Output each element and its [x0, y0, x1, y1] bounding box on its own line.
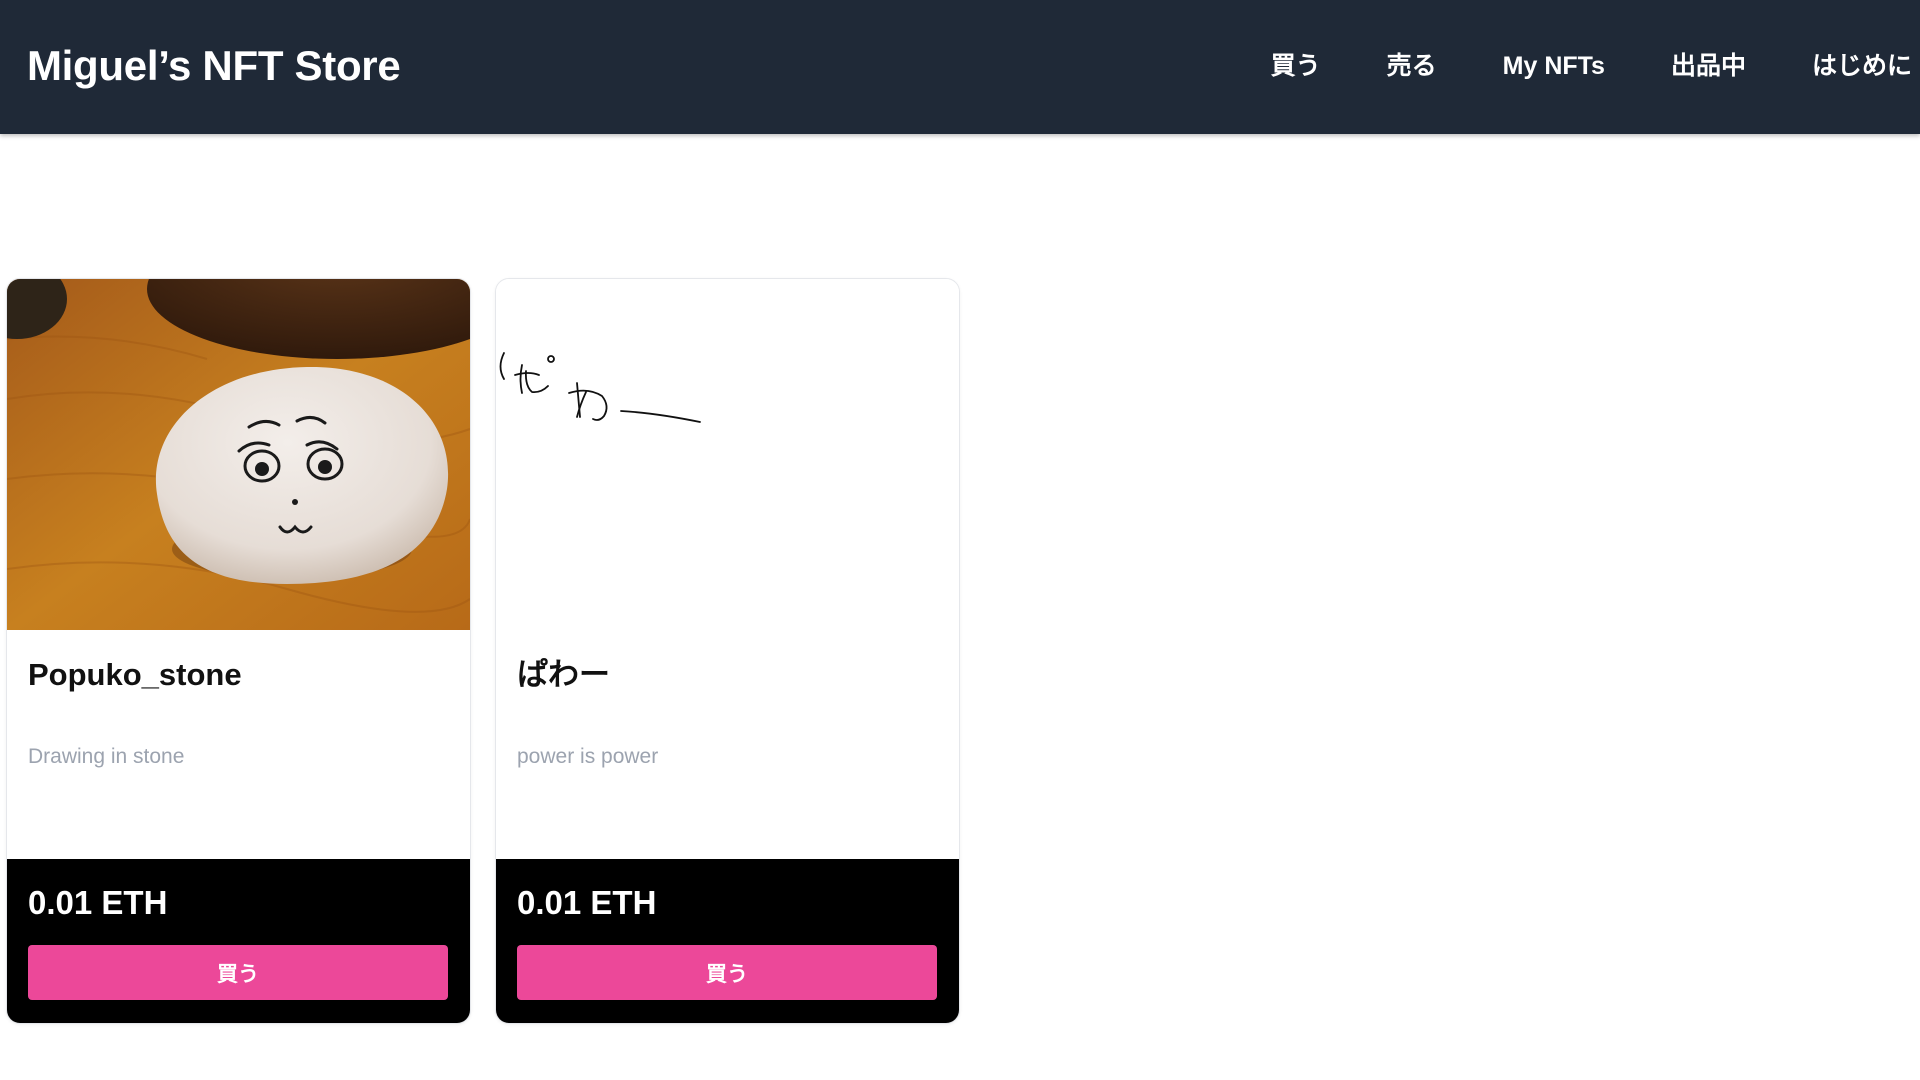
nft-description: Drawing in stone — [28, 745, 185, 768]
nft-grid: Popuko_stone Drawing in stone 0.01 ETH 買… — [6, 278, 960, 1024]
nft-name: ぱわー — [517, 657, 610, 692]
stone-photo — [7, 279, 470, 630]
nav-link-sell[interactable]: 売る — [1387, 46, 1437, 86]
nft-name: Popuko_stone — [28, 657, 242, 692]
nav-link-intro[interactable]: はじめに — [1812, 46, 1912, 86]
nft-card: ぱわー power is power 0.01 ETH 買う — [495, 278, 960, 1024]
nft-price: 0.01 ETH — [28, 884, 168, 921]
store-title[interactable]: Miguel’s NFT Store — [27, 40, 401, 92]
nav-link-listed[interactable]: 出品中 — [1671, 46, 1746, 86]
nft-price: 0.01 ETH — [517, 884, 657, 921]
nft-card: Popuko_stone Drawing in stone 0.01 ETH 買… — [6, 278, 471, 1024]
nav-link-my-nfts[interactable]: My NFTs — [1503, 46, 1605, 86]
nav-links: 買う 売る My NFTs 出品中 はじめに — [1205, 46, 1912, 86]
nav-link-buy[interactable]: 買う — [1271, 46, 1321, 86]
buy-button[interactable]: 買う — [517, 945, 937, 1000]
handwritten-sketch — [496, 279, 959, 630]
top-navbar: Miguel’s NFT Store 買う 売る My NFTs 出品中 はじめ… — [0, 0, 1920, 134]
buy-button[interactable]: 買う — [28, 945, 448, 1000]
nft-image-popuko-stone — [7, 279, 470, 630]
card-footer: 0.01 ETH 買う — [496, 859, 959, 1023]
nft-description: power is power — [517, 745, 659, 768]
nft-image-handwriting — [496, 279, 959, 630]
card-footer: 0.01 ETH 買う — [7, 859, 470, 1023]
